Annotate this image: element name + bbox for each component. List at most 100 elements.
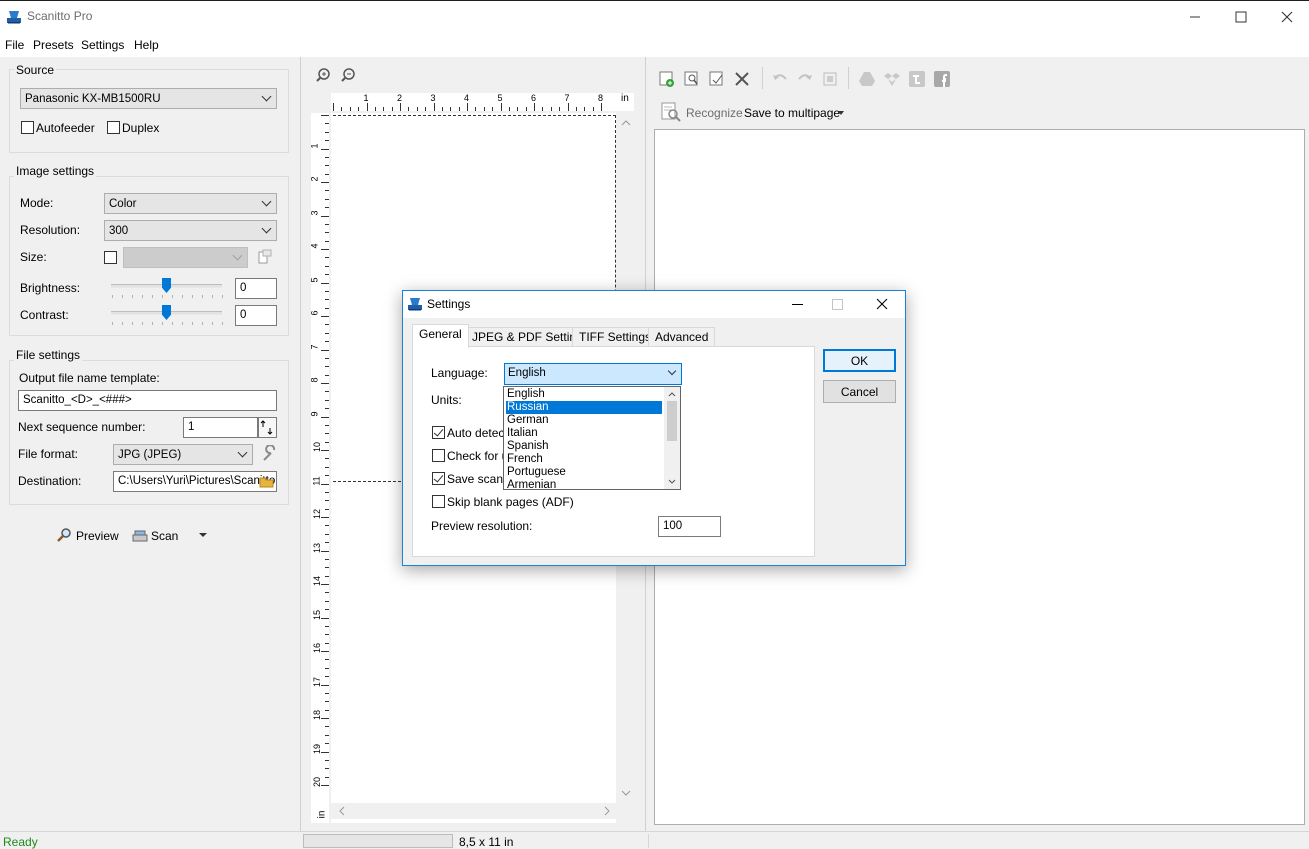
maximize-button[interactable] — [1218, 1, 1264, 33]
units-label: Units: — [431, 393, 462, 407]
language-option[interactable]: Russian — [506, 401, 662, 414]
ruler-label: 19 — [312, 743, 323, 754]
preview-resolution-label: Preview resolution: — [431, 519, 533, 533]
cancel-label: Cancel — [840, 384, 879, 399]
preview-resolution-input[interactable]: 100 — [658, 516, 721, 537]
add-page-icon[interactable] — [658, 70, 676, 91]
ruler-tick — [584, 107, 586, 111]
ruler-tick — [325, 165, 329, 167]
fit-page-icon[interactable] — [821, 70, 839, 91]
file-format-select[interactable]: JPG (JPEG) — [113, 444, 253, 465]
source-device-select[interactable]: Panasonic KX-MB1500RU — [20, 88, 277, 109]
ok-label: OK — [850, 353, 869, 368]
google-drive-icon[interactable] — [858, 70, 876, 91]
stepper-arrows-icon — [260, 420, 273, 435]
menu-file[interactable]: File — [5, 38, 24, 52]
scrollbar-thumb[interactable] — [667, 401, 677, 441]
auto-detect-checkbox[interactable] — [432, 426, 445, 439]
tab-tiff-label: TIFF Settings — [579, 330, 652, 344]
scan-dropdown-icon[interactable] — [199, 533, 207, 537]
minimize-button[interactable] — [1172, 1, 1218, 33]
undo-icon[interactable] — [771, 70, 789, 91]
scroll-right-icon[interactable] — [601, 803, 613, 819]
page-orientation-icon[interactable] — [257, 249, 273, 268]
language-option[interactable]: Spanish — [506, 440, 662, 453]
recognize-button[interactable]: Recognize — [686, 106, 743, 120]
tab-tiff[interactable]: TIFF Settings — [572, 327, 659, 347]
scan-button[interactable]: Scan — [151, 529, 178, 543]
dialog-minimize-button[interactable] — [777, 291, 817, 317]
preview-button[interactable]: Preview — [76, 529, 119, 543]
tab-advanced[interactable]: Advanced — [648, 327, 716, 347]
close-button[interactable] — [1264, 1, 1309, 33]
horizontal-scrollbar[interactable] — [331, 803, 618, 819]
page-size-text: 8,5 x 11 in — [459, 835, 514, 849]
language-dropdown-list[interactable]: English Russian German Italian Spanish French… — [503, 386, 681, 492]
view-page-icon[interactable] — [683, 70, 701, 91]
language-option[interactable]: Italian — [506, 427, 662, 440]
language-option[interactable]: Armenian — [506, 479, 662, 492]
ruler-label: 1 — [363, 93, 369, 103]
skip-blank-checkbox[interactable] — [432, 495, 445, 508]
tab-general[interactable]: General — [412, 324, 469, 348]
ruler-tick — [492, 107, 494, 111]
check-updates-checkbox[interactable] — [432, 449, 445, 462]
edit-page-icon[interactable] — [708, 70, 726, 91]
language-option[interactable]: German — [506, 414, 662, 427]
title-bar: Scanitto Pro — [0, 0, 1309, 33]
save-multipage-dropdown-icon[interactable] — [838, 111, 844, 115]
resolution-select[interactable]: 300 — [104, 220, 277, 241]
language-option[interactable]: English — [506, 388, 662, 401]
resolution-label: Resolution: — [20, 223, 81, 237]
ruler-tick — [325, 198, 329, 200]
dropbox-icon[interactable] — [883, 70, 901, 91]
wrench-icon[interactable] — [261, 444, 279, 466]
save-multipage-button[interactable]: Save to multipage — [744, 106, 840, 120]
language-option[interactable]: Portuguese — [506, 466, 662, 479]
chevron-down-icon — [232, 250, 243, 261]
mode-select[interactable]: Color — [104, 193, 277, 214]
facebook-icon[interactable] — [933, 70, 951, 91]
dropdown-scrollbar[interactable] — [664, 387, 680, 489]
template-input[interactable]: Scanitto_<D>_<###> — [18, 390, 277, 411]
sequence-stepper[interactable] — [258, 417, 277, 438]
scroll-down-icon[interactable] — [618, 787, 634, 799]
scroll-down-icon[interactable] — [664, 476, 680, 488]
menu-settings[interactable]: Settings — [81, 38, 124, 52]
menu-presets[interactable]: Presets — [33, 38, 74, 52]
duplex-checkbox[interactable] — [107, 121, 120, 134]
ok-button[interactable]: OK — [823, 349, 896, 372]
contrast-input[interactable]: 0 — [235, 305, 277, 326]
dialog-maximize-button[interactable] — [817, 291, 857, 317]
redo-icon[interactable] — [796, 70, 814, 91]
cancel-button[interactable]: Cancel — [823, 380, 896, 403]
size-checkbox[interactable] — [104, 251, 117, 264]
dialog-close-button[interactable] — [859, 291, 905, 317]
ruler-tick — [325, 240, 329, 242]
autofeeder-checkbox[interactable] — [21, 121, 34, 134]
scroll-up-icon[interactable] — [618, 117, 634, 129]
recognize-icon — [660, 101, 682, 126]
ruler-label: 3 — [309, 209, 320, 216]
twitter-icon[interactable] — [908, 70, 926, 91]
language-option[interactable]: French — [506, 453, 662, 466]
menu-help[interactable]: Help — [134, 38, 159, 52]
delete-icon[interactable] — [733, 70, 751, 91]
ruler-tick — [475, 107, 477, 111]
save-scanned-checkbox[interactable] — [432, 472, 445, 485]
ruler-tick — [321, 517, 329, 518]
ruler-tick — [325, 625, 329, 627]
sequence-input[interactable]: 1 — [183, 417, 258, 438]
language-select[interactable]: English — [504, 363, 682, 385]
destination-input[interactable]: C:\Users\Yuri\Pictures\Scanitto — [113, 471, 277, 492]
ruler-label: 5 — [497, 93, 503, 103]
folder-icon[interactable] — [259, 475, 275, 492]
ruler-tick — [325, 299, 329, 301]
zoom-out-icon[interactable] — [341, 66, 359, 85]
size-select[interactable] — [123, 247, 248, 268]
scroll-up-icon[interactable] — [664, 388, 680, 400]
brightness-input[interactable]: 0 — [235, 278, 277, 299]
scroll-left-icon[interactable] — [336, 803, 348, 819]
zoom-in-icon[interactable] — [316, 66, 334, 85]
vertical-ruler: 1 2 3 4 5 6 7 8 9 10 11 12 13 14 15 16 17 18 19 20 — [309, 113, 329, 823]
